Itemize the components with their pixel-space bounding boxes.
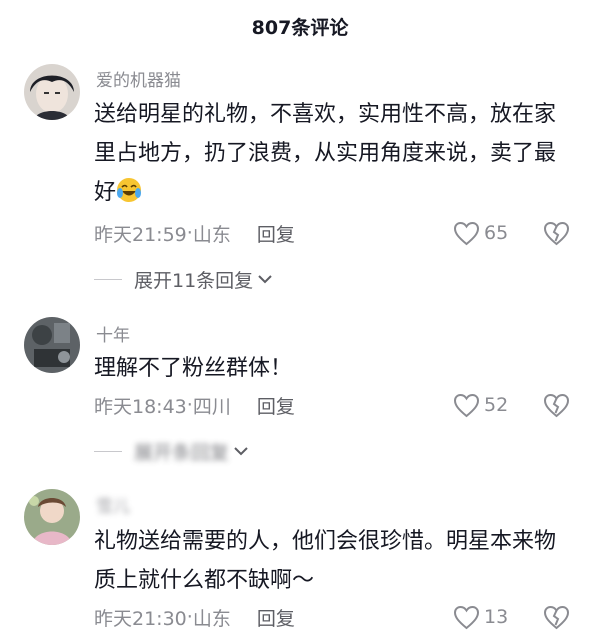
comment-location: 山东 — [192, 607, 231, 630]
laughing-crying-emoji-icon — [117, 178, 142, 202]
like-count: 65 — [484, 222, 509, 244]
comment-text: 送给明星的礼物，不喜欢，实用性不高，放在家里占地方，扔了浪费，从实用角度来说，卖… — [94, 102, 557, 205]
reply-button[interactable]: 回复 — [257, 220, 295, 247]
comment-count-title: 807条评论 — [251, 16, 349, 39]
like-count: 52 — [484, 394, 509, 416]
like-button[interactable]: 65 — [453, 218, 508, 248]
avatar[interactable] — [24, 317, 80, 373]
dislike-button[interactable] — [541, 602, 571, 632]
expand-replies-button[interactable]: 展开条回复 — [94, 436, 249, 466]
like-button[interactable]: 13 — [453, 602, 508, 632]
avatar[interactable] — [24, 64, 80, 120]
comment-text: 理解不了粉丝群体！ — [94, 356, 293, 381]
chevron-down-icon — [258, 275, 272, 284]
heart-icon — [453, 221, 480, 245]
broken-heart-icon — [543, 605, 569, 629]
comment-text: 礼物送给需要的人，他们会很珍惜。明星本来物质上就什么都不缺啊～ — [94, 529, 557, 593]
avatar[interactable] — [24, 489, 80, 545]
divider-line — [94, 450, 122, 452]
comments-header: 807条评论 — [0, 0, 600, 52]
like-button[interactable]: 52 — [453, 390, 508, 420]
broken-heart-icon — [543, 221, 569, 245]
heart-icon — [453, 605, 480, 629]
comment-meta: 昨天18:43 · 四川 回复 — [94, 390, 295, 420]
username[interactable]: 爱的机器猫 — [96, 66, 181, 91]
comment-time: 昨天18:43 — [94, 395, 187, 418]
comment-location: 四川 — [192, 395, 231, 418]
dislike-button[interactable] — [541, 218, 571, 248]
dislike-button[interactable] — [541, 390, 571, 420]
comment-time: 昨天21:59 — [94, 223, 187, 246]
divider-line — [94, 278, 122, 280]
reply-button[interactable]: 回复 — [257, 604, 295, 631]
chevron-down-icon — [234, 447, 248, 456]
heart-icon — [453, 393, 480, 417]
comment-meta: 昨天21:30 · 山东 回复 — [94, 602, 295, 632]
reply-button[interactable]: 回复 — [257, 392, 295, 419]
like-count: 13 — [484, 606, 509, 628]
comment-location: 山东 — [192, 223, 231, 246]
comment-time: 昨天21:30 — [94, 607, 187, 630]
broken-heart-icon — [543, 393, 569, 417]
username[interactable]: 十年 — [96, 321, 130, 346]
expand-replies-button[interactable]: 展开11条回复 — [94, 264, 273, 294]
comment-meta: 昨天21:59 · 山东 回复 — [94, 218, 295, 248]
username[interactable]: 雪儿 — [96, 492, 130, 517]
